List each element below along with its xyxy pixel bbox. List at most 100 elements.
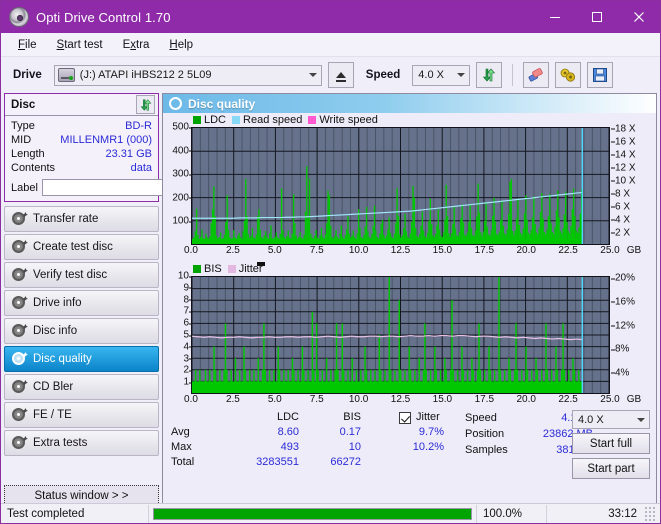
- table-row: Avg 8.60 0.17: [171, 425, 361, 440]
- resize-grip-icon[interactable]: [643, 507, 657, 521]
- disc-row-key: Length: [11, 147, 45, 161]
- y-tick: 10: [178, 271, 189, 282]
- menu-start-test[interactable]: Start test: [48, 36, 112, 54]
- disc-row-value: data: [131, 161, 152, 175]
- jitter-checkbox[interactable]: [399, 412, 411, 424]
- erase-button[interactable]: [523, 62, 549, 88]
- y-tick: 8: [183, 294, 189, 305]
- stats-cell-ldc: 493: [229, 440, 299, 455]
- speed-label: Speed: [366, 69, 401, 81]
- refresh-button[interactable]: [476, 62, 502, 88]
- close-icon[interactable]: [618, 1, 660, 33]
- minimize-icon[interactable]: [534, 1, 576, 33]
- menu-extra[interactable]: Extra: [114, 36, 159, 54]
- sidebar-item-cd-bler[interactable]: ✦ CD Bler: [4, 374, 159, 400]
- x-tick: 10.0: [349, 394, 368, 405]
- y-tick: 5: [183, 330, 189, 341]
- sidebar-item-extra-tests[interactable]: ✦ Extra tests: [4, 430, 159, 456]
- toolbar-separator: [512, 64, 513, 86]
- start-part-button[interactable]: Start part: [572, 458, 650, 479]
- y2-tick: 16 X: [615, 136, 636, 147]
- start-full-button[interactable]: Start full: [572, 433, 650, 454]
- x-tick: 2.5: [226, 394, 240, 405]
- y-tick: 400: [172, 145, 189, 156]
- disc-panel-title: Disc: [11, 99, 35, 111]
- test-speed-value: 4.0 X: [578, 414, 604, 426]
- x-tick: 17.5: [475, 394, 494, 405]
- table-row: Max 493 10: [171, 440, 361, 455]
- y-tick: 4: [183, 341, 189, 352]
- sidebar-item-disc-info[interactable]: ✦ Disc info: [4, 318, 159, 344]
- sidebar: Disc Type BD-R MID MILL: [4, 93, 159, 509]
- maximize-icon[interactable]: [576, 1, 618, 33]
- samples-label: Samples: [465, 442, 521, 458]
- disc-row-value: 23.31 GB: [106, 147, 152, 161]
- chart-ldc-right-axis: 18 X 16 X 14 X 12 X 10 X 8 X 6 X 4 X 2 X: [610, 127, 643, 245]
- sidebar-item-label: Extra tests: [33, 437, 87, 449]
- disc-row-key: Type: [11, 119, 35, 133]
- x-tick: 0.0: [184, 245, 198, 256]
- drive-label: Drive: [13, 69, 42, 81]
- chevron-down-icon: [637, 418, 645, 422]
- x-tick: 20.0: [516, 394, 535, 405]
- sidebar-item-transfer-rate[interactable]: ✦ Transfer rate: [4, 206, 159, 232]
- test-speed-select[interactable]: 4.0 X: [572, 410, 650, 429]
- stats-col-ldc: LDC: [229, 410, 299, 425]
- sidebar-item-disc-quality[interactable]: ✦ Disc quality: [4, 346, 159, 372]
- disc-row-type: Type BD-R: [11, 119, 152, 133]
- legend-item-read-speed: Read speed: [232, 114, 302, 126]
- stats-cell-bis: 66272: [299, 455, 361, 470]
- sidebar-item-drive-info[interactable]: ✦ Drive info: [4, 290, 159, 316]
- chevron-down-icon: [309, 73, 317, 77]
- sidebar-item-create-test-disc[interactable]: ✦ Create test disc: [4, 234, 159, 260]
- chart-ldc-xaxis: 0.0 2.5 5.0 7.5 10.0 12.5 15.0 17.5 20.0…: [191, 245, 610, 259]
- chart-ldc-plot: [191, 127, 610, 245]
- jitter-header: Jitter: [399, 410, 444, 425]
- disc-icon: ✦: [12, 212, 26, 226]
- main-body: Disc Type BD-R MID MILL: [1, 93, 660, 509]
- save-button[interactable]: [587, 62, 613, 88]
- disc-label-row: Label: [11, 178, 152, 197]
- x-tick: 12.5: [391, 394, 410, 405]
- menu-file[interactable]: FFileile: [9, 36, 46, 54]
- stats-cell-ldc: 3283551: [229, 455, 299, 470]
- chart-ldc-legend: LDC Read speed Write speed: [163, 113, 656, 127]
- x-tick: 5.0: [268, 245, 282, 256]
- y-tick: 500: [172, 122, 189, 133]
- chart-bis: BIS Jitter 10 9 8 7 6 5 4 3: [163, 262, 656, 408]
- disc-panel-header: Disc: [5, 94, 158, 116]
- speed-label: Speed: [465, 410, 521, 426]
- sidebar-item-fe-te[interactable]: ✦ FE / TE: [4, 402, 159, 428]
- legend-item-ldc: LDC: [193, 114, 226, 126]
- y2-tick: 12%: [615, 320, 635, 331]
- progress-fill: [154, 509, 471, 519]
- progress-percent: 100.0%: [477, 505, 547, 523]
- sidebar-item-verify-test-disc[interactable]: ✦ Verify test disc: [4, 262, 159, 288]
- y-tick: 9: [183, 282, 189, 293]
- x-tick: 7.5: [310, 245, 324, 256]
- disc-row-key: Contents: [11, 161, 55, 175]
- disc-refresh-button[interactable]: [136, 95, 155, 114]
- chevron-down-icon: [457, 73, 465, 77]
- settings-button[interactable]: [555, 62, 581, 88]
- disc-icon: ✦: [12, 380, 26, 394]
- stats-cell-bis: 0.17: [299, 425, 361, 440]
- drive-select[interactable]: (J:) ATAPI iHBS212 2 5L09: [54, 65, 322, 86]
- y2-tick: 12 X: [615, 162, 636, 173]
- disc-icon: ✦: [12, 240, 26, 254]
- status-bar: Test completed 100.0% 33:12: [1, 503, 660, 523]
- stats-cell-ldc: 8.60: [229, 425, 299, 440]
- sidebar-item-label: Drive info: [33, 297, 82, 309]
- speed-select[interactable]: 4.0 X: [412, 65, 470, 86]
- eject-button[interactable]: [328, 62, 354, 88]
- y2-tick: 4 X: [615, 214, 630, 225]
- floppy-save-icon: [592, 67, 608, 83]
- menu-help[interactable]: Help: [160, 36, 202, 54]
- menu-bar: FFileile Start test Extra Help: [1, 33, 660, 57]
- eraser-icon: [527, 67, 545, 83]
- sidebar-item-label: Disc info: [33, 325, 77, 337]
- disc-icon: ✦: [12, 352, 26, 366]
- x-tick: 10.0: [349, 245, 368, 256]
- disc-icon: ✦: [12, 324, 26, 338]
- title-bar: Opti Drive Control 1.70: [1, 1, 660, 33]
